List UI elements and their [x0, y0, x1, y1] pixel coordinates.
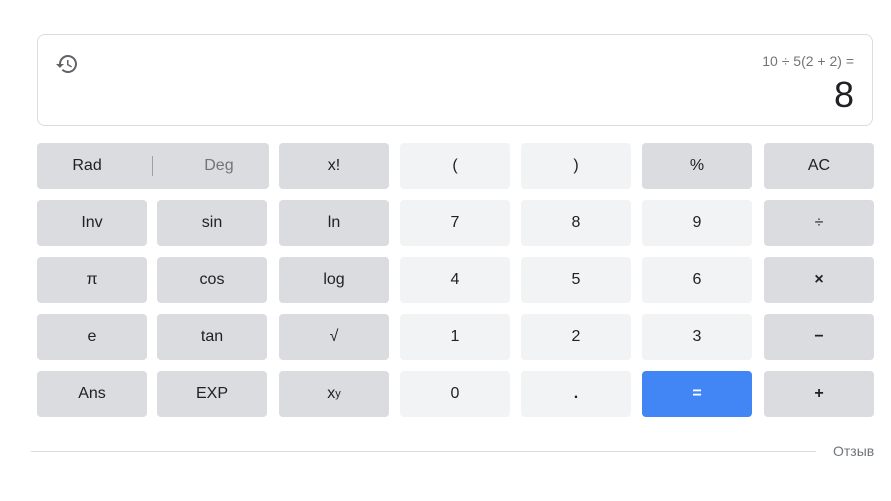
digit-2-button[interactable]: 2: [521, 314, 631, 360]
history-icon[interactable]: [52, 49, 82, 79]
rad-button[interactable]: Rad: [72, 157, 101, 175]
equals-button[interactable]: =: [642, 371, 752, 417]
digit-4-button[interactable]: 4: [400, 257, 510, 303]
rad-deg-divider: [152, 156, 154, 176]
sqrt-button[interactable]: √: [279, 314, 389, 360]
plus-button[interactable]: +: [764, 371, 874, 417]
divide-button[interactable]: ÷: [764, 200, 874, 246]
digit-6-button[interactable]: 6: [642, 257, 752, 303]
answer-button[interactable]: Ans: [37, 371, 147, 417]
digit-3-button[interactable]: 3: [642, 314, 752, 360]
cos-button[interactable]: cos: [157, 257, 267, 303]
calculator-display: 10 ÷ 5(2 + 2) = 8: [37, 34, 873, 126]
ln-button[interactable]: ln: [279, 200, 389, 246]
left-paren-button[interactable]: (: [400, 143, 510, 189]
power-button[interactable]: xy: [279, 371, 389, 417]
right-paren-button[interactable]: ): [521, 143, 631, 189]
factorial-button[interactable]: x!: [279, 143, 389, 189]
rad-deg-toggle[interactable]: Rad Deg: [37, 143, 269, 189]
sin-button[interactable]: sin: [157, 200, 267, 246]
pi-button[interactable]: π: [37, 257, 147, 303]
inverse-button[interactable]: Inv: [37, 200, 147, 246]
digit-0-button[interactable]: 0: [400, 371, 510, 417]
result-text: 8: [833, 74, 854, 115]
log-button[interactable]: log: [279, 257, 389, 303]
power-base-label: x: [327, 385, 336, 402]
digit-8-button[interactable]: 8: [521, 200, 631, 246]
expression-text: 10 ÷ 5(2 + 2) =: [762, 53, 854, 69]
tan-button[interactable]: tan: [157, 314, 267, 360]
digit-5-button[interactable]: 5: [521, 257, 631, 303]
all-clear-button[interactable]: AC: [764, 143, 874, 189]
euler-button[interactable]: e: [37, 314, 147, 360]
decimal-button[interactable]: .: [521, 371, 631, 417]
percent-button[interactable]: %: [642, 143, 752, 189]
power-exponent-label: y: [335, 388, 341, 400]
digit-9-button[interactable]: 9: [642, 200, 752, 246]
footer-divider: [31, 451, 816, 452]
exp-button[interactable]: EXP: [157, 371, 267, 417]
minus-button[interactable]: −: [764, 314, 874, 360]
digit-7-button[interactable]: 7: [400, 200, 510, 246]
keypad: Rad Deg x! ( ) % AC Inv sin ln 7 8 9 ÷ π…: [37, 143, 875, 417]
digit-1-button[interactable]: 1: [400, 314, 510, 360]
feedback-link[interactable]: Отзыв: [833, 443, 874, 459]
deg-button[interactable]: Deg: [204, 157, 233, 175]
multiply-button[interactable]: ×: [764, 257, 874, 303]
